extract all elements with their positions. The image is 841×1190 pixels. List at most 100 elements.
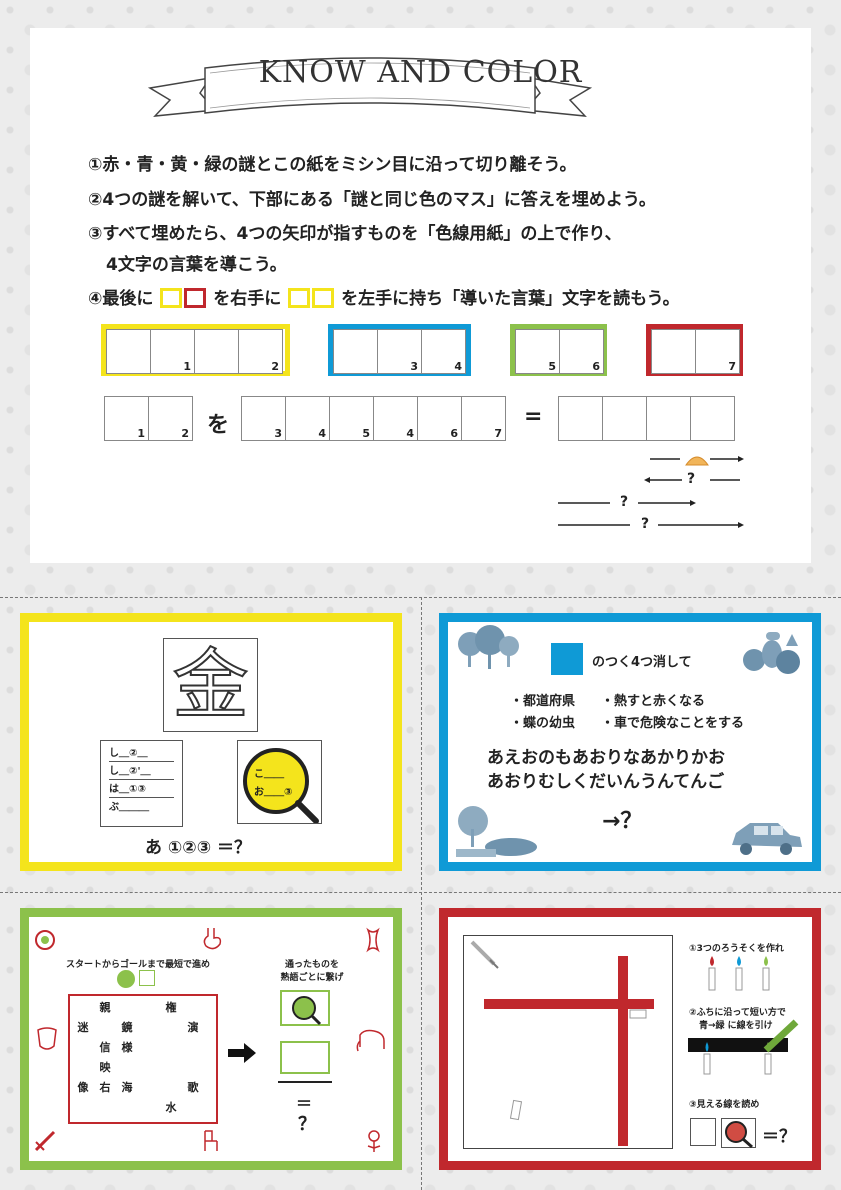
draw-line-illustration (688, 1019, 799, 1075)
answer-cell[interactable]: 7 (695, 329, 740, 374)
maze-cell: 海 (121, 1081, 133, 1094)
answer-cell[interactable]: 2 (238, 329, 283, 374)
maze-cell: 映 (99, 1061, 111, 1074)
maze-cell (160, 1018, 182, 1038)
fruits-icon (743, 632, 800, 674)
formula-cell[interactable]: 6 (417, 396, 462, 441)
instruction-4-mid: を右手に (213, 289, 282, 309)
maze: 親 権迷 鏡 演信様映像右海 歌水 (68, 994, 218, 1124)
maze-cell (94, 1018, 116, 1038)
maze-cell (204, 1078, 226, 1098)
chair-icon (204, 1130, 218, 1151)
result-cell[interactable] (690, 396, 735, 441)
flower-icon (367, 1130, 381, 1152)
instruction-3: ③すべて埋めたら、4つの矢印が指すものを「色線用紙」の上で作り、 (88, 224, 622, 244)
target-icon (35, 930, 55, 950)
answer-cell[interactable]: 1 (150, 329, 195, 374)
yellow-square-icon (288, 288, 311, 308)
sequence-line: あえおのもあおりなあかりかお (487, 748, 725, 768)
kanji-box: 金 (163, 638, 258, 732)
green-answer-box: 5 6 (510, 324, 607, 376)
answer-cell[interactable] (106, 329, 151, 374)
blue-card-title: のつく4つ消して (592, 655, 692, 670)
drawing-sheet (463, 935, 673, 1149)
clue-item: ・熱すと赤くなる (601, 694, 706, 709)
red-equation: ＝？ (762, 1127, 796, 1147)
maze-cell: 迷 (77, 1021, 89, 1034)
maze-cell (72, 1038, 94, 1058)
maze-cell: 水 (165, 1101, 177, 1114)
result-cell[interactable] (558, 396, 603, 441)
answer-cell[interactable] (651, 329, 696, 374)
right-title-line: 熟語ごとに繋げ (280, 973, 344, 983)
blue-answer-box: 3 4 (328, 324, 471, 376)
maze-cell: 演 (187, 1021, 199, 1034)
maze-cell (138, 1058, 160, 1078)
blue-square-icon (551, 643, 583, 675)
maze-cell: 様 (121, 1041, 133, 1054)
lens-words: こ＿＿ お＿＿③ (254, 766, 292, 802)
maze-cell: 鏡 (121, 1021, 133, 1034)
answer-cell[interactable]: 5 (515, 329, 560, 374)
answer-cell[interactable]: 4 (421, 329, 466, 374)
answer-square (721, 1118, 756, 1149)
answer-cell[interactable]: 6 (559, 329, 604, 374)
formula-cell[interactable]: 1 (104, 396, 149, 441)
maze-cell (138, 1078, 160, 1098)
lens-card: こ＿＿ お＿＿③ (237, 740, 322, 824)
shell-icon (685, 456, 709, 466)
mask-icon (37, 1027, 57, 1050)
maze-cell (160, 1038, 182, 1058)
word-clue: は＿①③ (109, 780, 174, 798)
answer-cell[interactable] (194, 329, 239, 374)
formula-cell[interactable]: 4 (285, 396, 330, 441)
formula-result (558, 396, 735, 441)
maze-cell: 右 (99, 1081, 111, 1094)
candles-icon (708, 956, 770, 991)
maze-cell (72, 1058, 94, 1078)
yellow-square-icon (160, 288, 183, 308)
maze-cell (204, 1098, 226, 1118)
blue-sequence: あえおのもあおりなあかりかお あおりむしくだいんうんてんご (487, 746, 725, 794)
right-title-line: 通ったものを (284, 960, 339, 970)
formula-cell[interactable]: 5 (329, 396, 374, 441)
maze-cell (160, 1118, 182, 1138)
formula-cell[interactable]: 2 (148, 396, 193, 441)
formula-cell[interactable]: 4 (373, 396, 418, 441)
maze-cell (160, 1078, 182, 1098)
maze-cell (138, 1038, 160, 1058)
lens-icon (117, 970, 135, 988)
yellow-equation: あ ①②③ ＝？ (145, 838, 252, 858)
red-step3: ③見える線を読め (689, 1100, 760, 1110)
page-title: KNOW AND COLOR (258, 55, 583, 90)
blue-clues-left: ・都道府県 ・蝶の幼虫 (510, 691, 575, 735)
green-right-title: 通ったものを 熟語ごとに繋げ (278, 957, 346, 983)
maze-cell: 歌 (187, 1081, 199, 1094)
maze-cell: 親 (99, 1001, 111, 1014)
instruction-4: ④最後に を右手に を左手に持ち「導いた言葉」文字を読もう。 (88, 284, 680, 309)
magnifier-icon (292, 996, 322, 1026)
hint-question: ? (684, 471, 699, 487)
apple-core-icon (366, 927, 380, 953)
formula-cell[interactable]: 3 (241, 396, 286, 441)
instruction-4-suffix: を左手に持ち「導いた言葉」文字を読もう。 (341, 289, 680, 309)
instruction-4-prefix: ④最後に (88, 289, 154, 309)
arrow-right-icon (228, 1043, 256, 1063)
maze-cell (72, 998, 94, 1018)
formula-left: 1 2 (104, 396, 193, 441)
lens-word: こ＿＿ (254, 769, 284, 780)
maze-cell (116, 998, 138, 1018)
divider-line (278, 1081, 332, 1083)
formula-cell[interactable]: 7 (461, 396, 506, 441)
answer-cell[interactable]: 3 (377, 329, 422, 374)
result-cell[interactable] (602, 396, 647, 441)
word-list-card: し＿②＿ し＿②'＿ は＿①③ ぶ＿＿＿ (100, 740, 183, 827)
result-cell[interactable] (646, 396, 691, 441)
answer-cell[interactable] (333, 329, 378, 374)
instruction-1: ①赤・青・黄・緑の謎とこの紙をミシン目に沿って切り離そう。 (88, 155, 577, 175)
red-step1: ①3つのろうそくを作れ (689, 944, 784, 954)
clue-item: ・蝶の幼虫 (510, 716, 576, 731)
maze-cell: 信 (99, 1041, 111, 1054)
yellow-square-icon (312, 288, 335, 308)
answer-square (280, 990, 330, 1026)
